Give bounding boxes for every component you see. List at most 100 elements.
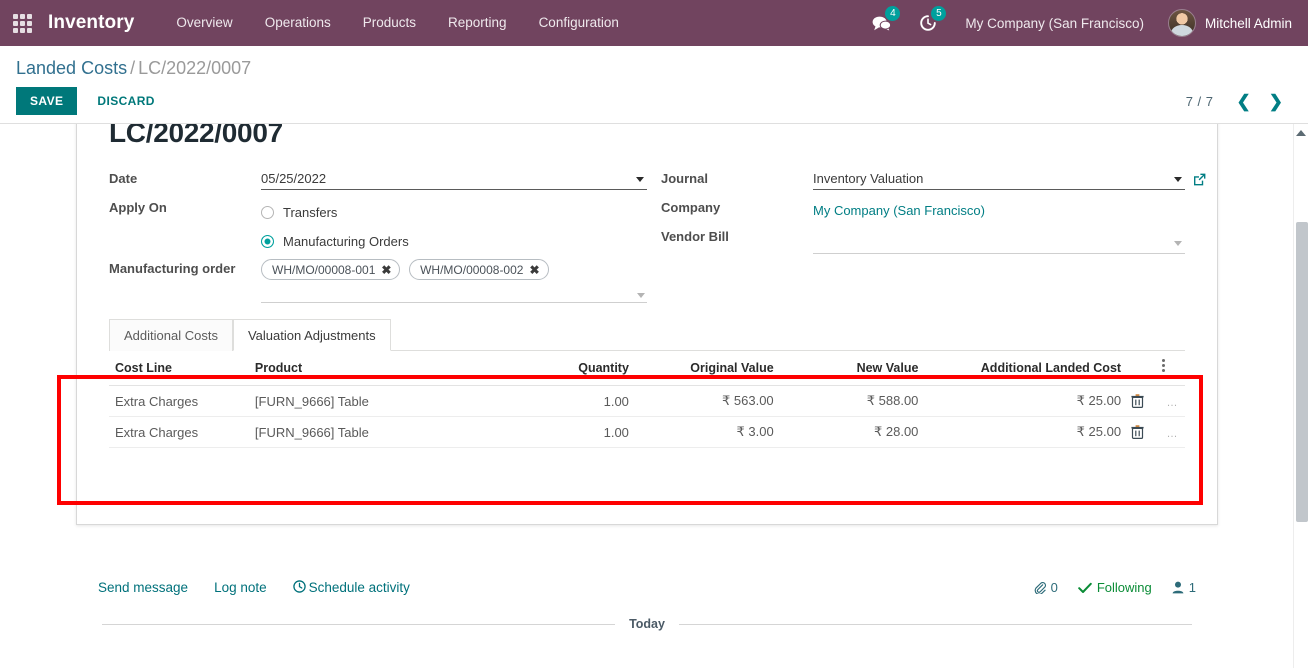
apps-grid-icon[interactable] [8,0,36,46]
tag-label: WH/MO/00008-002 [420,262,524,277]
tag-item[interactable]: WH/MO/00008-001 ✖ [261,259,401,280]
cell-quantity[interactable]: 1.00 [480,385,635,417]
radio-label-manufacturing-orders[interactable]: Manufacturing Orders [283,234,409,249]
field-label-vendor-bill: Vendor Bill [661,229,729,244]
field-apply-on: Apply On Transfers Manufacturing Orders [109,195,647,256]
cell-original-value[interactable]: ₹ 3.00 [634,416,780,448]
cell-original-value[interactable]: ₹ 563.00 [634,385,780,417]
user-name: Mitchell Admin [1204,15,1292,31]
manufacturing-order-tags-input[interactable]: WH/MO/00008-001 ✖ WH/MO/00008-002 ✖ [261,259,647,303]
table-empty-space [109,448,1185,506]
messages-icon[interactable]: 4 [858,0,905,46]
followers-counter[interactable]: 1 [1172,580,1196,595]
tag-item[interactable]: WH/MO/00008-002 ✖ [409,259,549,280]
chevron-down-icon[interactable] [1174,241,1182,246]
cell-product[interactable]: [FURN_9666] Table [248,385,481,417]
cell-additional-landed-cost[interactable]: ₹ 25.00 [924,416,1128,448]
clock-icon [292,580,306,593]
trash-icon [1131,393,1144,408]
notebook: Additional Costs Valuation Adjustments C… [109,319,1185,506]
field-value-manufacturing-order: WH/MO/00008-001 ✖ WH/MO/00008-002 ✖ [261,256,647,303]
following-toggle[interactable]: Following [1078,580,1152,595]
app-brand-inventory[interactable]: Inventory [48,12,134,34]
top-navbar: Inventory Overview Operations Products R… [0,0,1308,46]
chevron-down-icon[interactable] [637,293,645,298]
tab-additional-costs[interactable]: Additional Costs [109,319,233,351]
nav-menu-overview[interactable]: Overview [160,0,248,46]
row-delete-button[interactable] [1127,385,1156,417]
optional-columns-toggle[interactable] [1156,351,1185,386]
chatter-toolbar: Send message Log note Schedule activity … [98,570,1196,603]
vertical-scrollbar[interactable] [1293,124,1308,668]
date-input[interactable] [261,169,647,190]
tab-valuation-adjustments[interactable]: Valuation Adjustments [232,319,391,351]
pager: 7 / 7 ❮ ❯ [1186,93,1292,110]
cell-new-value[interactable]: ₹ 28.00 [779,416,925,448]
radio-manufacturing-orders-icon[interactable] [261,235,274,248]
scroll-up-arrow-icon[interactable] [1296,130,1306,136]
radio-label-transfers[interactable]: Transfers [283,205,337,220]
journal-input[interactable] [813,169,1185,190]
column-header-new-value[interactable]: New Value [779,351,925,386]
column-header-product[interactable]: Product [248,351,481,386]
discard-button[interactable]: DISCARD [85,87,166,115]
breadcrumb-root[interactable]: Landed Costs [16,58,127,78]
nav-menu-configuration[interactable]: Configuration [523,0,635,46]
field-label-date: Date [109,171,138,186]
attachments-counter[interactable]: 0 [1033,580,1058,595]
radio-option-manufacturing-orders[interactable]: Manufacturing Orders [261,227,647,256]
row-overflow: … [1156,416,1185,448]
control-panel: Landed Costs / LC/2022/0007 SAVE DISCARD 7… [0,46,1308,124]
row-overflow: … [1156,385,1185,417]
external-link-icon[interactable] [1192,172,1207,187]
cell-cost-line[interactable]: Extra Charges [109,385,249,417]
send-message-button[interactable]: Send message [98,580,188,595]
cell-product[interactable]: [FURN_9666] Table [248,416,481,448]
radio-option-transfers[interactable]: Transfers [261,198,647,227]
cell-new-value[interactable]: ₹ 588.00 [779,385,925,417]
company-link[interactable]: My Company (San Francisco) [813,198,985,218]
schedule-activity-label: Schedule activity [308,580,410,595]
column-header-quantity[interactable]: Quantity [480,351,635,386]
messages-badge: 4 [885,6,901,21]
nav-menu-products[interactable]: Products [347,0,432,46]
radio-transfers-icon[interactable] [261,206,274,219]
nav-menu-operations[interactable]: Operations [249,0,347,46]
form-grid: Date Apply On [109,166,1206,303]
vertical-dots-icon[interactable] [1162,359,1165,374]
chevron-left-icon[interactable]: ❮ [1228,93,1260,110]
field-label-apply-on: Apply On [109,200,167,215]
table-row[interactable]: Extra Charges [FURN_9666] Table 1.00 ₹ 3… [109,416,1185,448]
save-button[interactable]: SAVE [16,87,78,115]
breadcrumb-current: LC/2022/0007 [138,58,252,78]
chevron-down-icon[interactable] [1174,177,1182,182]
column-header-additional-landed-cost[interactable]: Additional Landed Cost [924,351,1128,386]
vendor-bill-input[interactable] [813,233,1185,254]
field-date: Date [109,166,647,195]
check-icon [1078,582,1092,593]
row-overflow-ellipsis: … [1166,396,1178,409]
scrollbar-thumb[interactable] [1296,222,1308,522]
navbar-right-group: 4 5 My Company (San Francisco) Mitchell … [858,0,1308,46]
schedule-activity-button[interactable]: Schedule activity [292,580,410,595]
field-vendor-bill: Vendor Bill [661,224,1185,254]
field-value-vendor-bill [813,224,1185,254]
activities-clock-icon[interactable]: 5 [905,0,951,46]
table-row[interactable]: Extra Charges [FURN_9666] Table 1.00 ₹ 5… [109,385,1185,417]
tag-remove-icon[interactable]: ✖ [381,264,391,276]
field-company: Company My Company (San Francisco) [661,195,1185,224]
table-header-row: Cost Line Product Quantity Original Valu… [109,351,1185,386]
chevron-down-icon[interactable] [636,177,644,182]
column-header-cost-line[interactable]: Cost Line [109,351,249,386]
company-switcher[interactable]: My Company (San Francisco) [951,16,1158,31]
nav-menu-reporting[interactable]: Reporting [432,0,523,46]
column-header-original-value[interactable]: Original Value [634,351,780,386]
user-menu[interactable]: Mitchell Admin [1158,9,1298,37]
cell-quantity[interactable]: 1.00 [480,416,635,448]
chevron-right-icon[interactable]: ❯ [1260,93,1292,110]
row-delete-button[interactable] [1127,416,1156,448]
cell-cost-line[interactable]: Extra Charges [109,416,249,448]
tag-remove-icon[interactable]: ✖ [529,264,539,276]
log-note-button[interactable]: Log note [214,580,267,595]
cell-additional-landed-cost[interactable]: ₹ 25.00 [924,385,1128,417]
